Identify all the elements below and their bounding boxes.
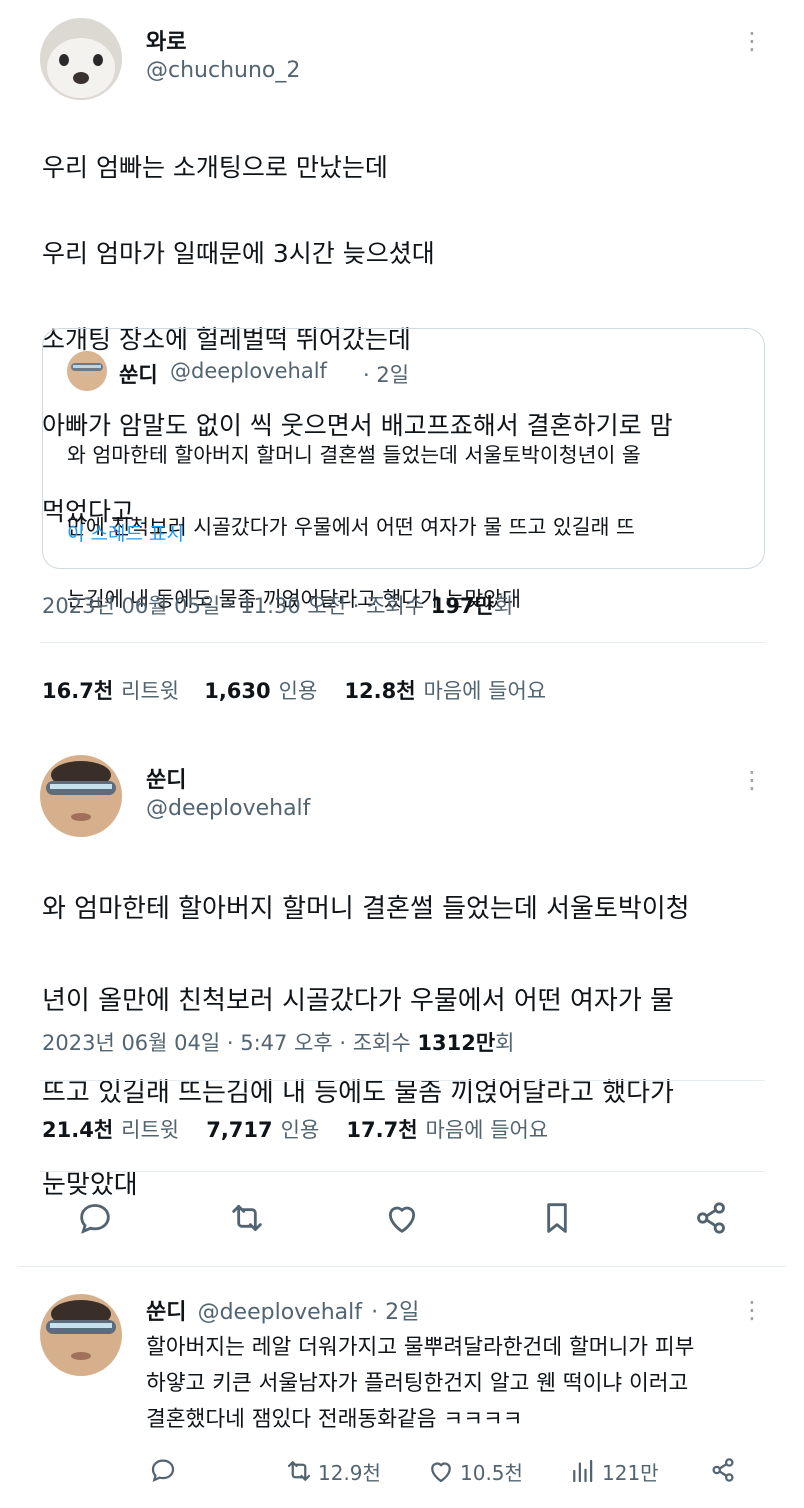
- tweet-meta: 2023년 06월 04일 · 5:47 오후 · 조회수 1312만회: [42, 1027, 514, 1057]
- views-unit: 만: [475, 1031, 496, 1055]
- tweet-line: 년이 올만에 친척보러 시골갔다가 우물에서 어떤 여자가 물: [42, 986, 674, 1016]
- share-button[interactable]: [706, 1454, 740, 1486]
- reply-icon: [80, 1204, 110, 1234]
- quote-label: 인용: [280, 1118, 320, 1142]
- views-button[interactable]: 121만: [568, 1456, 659, 1486]
- views-count: 197: [430, 594, 475, 618]
- views-unit: 만: [474, 594, 494, 618]
- retweet-icon: [287, 1461, 311, 1481]
- avatar-face[interactable]: [40, 1294, 122, 1376]
- quote-line: 와 엄마한테 할아버지 할머니 결혼썰 들었는데 서울토박이청년이 올: [67, 443, 641, 467]
- like-count: 17.7천: [346, 1118, 418, 1142]
- reply-icon: [151, 1459, 175, 1482]
- divider: [18, 1266, 786, 1267]
- more-icon[interactable]: ⋮: [740, 768, 764, 792]
- author-handle[interactable]: @deeplovehalf: [198, 1300, 362, 1325]
- like-label: 마음에 들어요: [423, 679, 547, 703]
- quote-stat[interactable]: 1,630 인용: [204, 679, 317, 703]
- author-handle[interactable]: @chuchuno_2: [146, 58, 300, 83]
- quote-count: 7,717: [206, 1118, 273, 1142]
- like-icon: [388, 1206, 416, 1233]
- quote-stat[interactable]: 7,717 인용: [206, 1118, 319, 1142]
- tweet-meta: 2023년 06월 05일 · 11:30 오전 · 조회수 197만회: [42, 590, 513, 620]
- face-avatar-image: [40, 1294, 122, 1376]
- reply-time[interactable]: · 2일: [371, 1300, 419, 1325]
- share-icon: [712, 1458, 734, 1482]
- timestamp[interactable]: 2023년 06월 04일 · 5:47 오후 · 조회수: [42, 1031, 417, 1055]
- like-count: 12.8천: [344, 679, 416, 703]
- author-name[interactable]: 쑨디: [146, 762, 186, 794]
- share-icon: [697, 1202, 725, 1234]
- divider: [40, 1080, 765, 1081]
- bookmark-icon: [547, 1203, 567, 1233]
- quote-label: 인용: [278, 679, 318, 703]
- bookmark-button[interactable]: [534, 1198, 580, 1238]
- views-count: 121만: [602, 1460, 659, 1485]
- retweet-count: 16.7천: [42, 679, 114, 703]
- quote-author-handle: @deeplovehalf: [170, 359, 327, 383]
- tweet-line: 우리 엄빠는 소개팅으로 만났는데: [42, 153, 388, 182]
- quote-time: · 2일: [363, 363, 410, 387]
- retweet-icon: [232, 1204, 262, 1232]
- retweet-label: 리트윗: [121, 1118, 180, 1142]
- like-button[interactable]: 10.5천: [426, 1456, 523, 1486]
- views-count: 1312: [417, 1031, 476, 1055]
- retweet-count: 21.4천: [42, 1118, 114, 1142]
- tweet-line: 와 엄마한테 할아버지 할머니 결혼썰 들었는데 서울토박이청: [42, 894, 690, 924]
- reply-header: 쑨디 @deeplovehalf · 2일: [146, 1294, 419, 1326]
- divider: [40, 642, 765, 643]
- retweet-stat[interactable]: 16.7천 리트윗: [42, 679, 179, 703]
- retweet-label: 리트윗: [121, 679, 180, 703]
- face-avatar-image: [40, 755, 122, 837]
- author-handle[interactable]: @deeplovehalf: [146, 796, 310, 821]
- reply-line: 하얗고 키큰 서울남자가 플러팅한건지 알고 웬 떡이냐 이러고: [146, 1371, 689, 1396]
- reply-line: 결혼했다네 잼있다 전래동화같음 ㅋㅋㅋㅋ: [146, 1407, 523, 1432]
- views-suffix: 회: [493, 594, 514, 618]
- reply-button[interactable]: [146, 1454, 180, 1486]
- tweet-line: 뜨고 있길래 뜨는김에 내 등에도 물좀 끼얹어달라고 했다가: [42, 1078, 674, 1108]
- dog-avatar-image: [40, 18, 122, 100]
- reply-button[interactable]: [72, 1198, 118, 1238]
- like-count: 10.5천: [460, 1460, 523, 1485]
- quoted-tweet[interactable]: 쑨디 @deeplovehalf · 2일 와 엄마한테 할아버지 할머니 결혼…: [42, 328, 765, 611]
- views-icon: [573, 1459, 593, 1483]
- retweet-button[interactable]: 12.9천: [284, 1456, 381, 1486]
- reply-line: 할아버지는 레알 더워가지고 물뿌려달라한건데 할머니가 피부: [146, 1335, 695, 1360]
- retweet-stat[interactable]: 21.4천 리트윗: [42, 1118, 179, 1142]
- like-button[interactable]: [379, 1198, 425, 1238]
- author-name[interactable]: 쑨디: [146, 1300, 186, 1325]
- more-icon[interactable]: ⋮: [740, 29, 764, 53]
- like-label: 마음에 들어요: [425, 1118, 549, 1142]
- retweet-button[interactable]: [224, 1198, 270, 1238]
- tweet-stats: 21.4천 리트윗 7,717 인용 17.7천 마음에 들어요: [42, 1114, 548, 1144]
- tweet-line: 우리 엄마가 일때문에 3시간 늦으셨대: [42, 239, 435, 268]
- views-suffix: 회: [495, 1031, 515, 1055]
- show-thread-link[interactable]: 이 스레드 표시: [67, 519, 184, 546]
- like-stat[interactable]: 12.8천 마음에 들어요: [344, 679, 546, 703]
- quote-avatar: [67, 351, 107, 391]
- share-button[interactable]: [688, 1198, 734, 1238]
- face-avatar-image: [67, 351, 107, 391]
- like-stat[interactable]: 17.7천 마음에 들어요: [346, 1118, 548, 1142]
- quote-author-name: 쑨디: [119, 363, 158, 387]
- avatar-dog[interactable]: [40, 18, 122, 100]
- reply-body: 할아버지는 레알 더워가지고 물뿌려달라한건데 할머니가 피부 하얗고 키큰 서…: [146, 1330, 786, 1438]
- timestamp[interactable]: 2023년 06월 05일 · 11:30 오전 · 조회수: [42, 594, 431, 618]
- more-icon[interactable]: ⋮: [740, 1298, 764, 1322]
- like-icon: [431, 1462, 451, 1483]
- retweet-count: 12.9천: [318, 1460, 381, 1485]
- avatar-face[interactable]: [40, 755, 122, 837]
- author-name[interactable]: 와로: [146, 24, 186, 56]
- divider: [40, 1171, 765, 1172]
- quote-count: 1,630: [204, 679, 271, 703]
- tweet-stats: 16.7천 리트윗 1,630 인용 12.8천 마음에 들어요: [42, 675, 546, 705]
